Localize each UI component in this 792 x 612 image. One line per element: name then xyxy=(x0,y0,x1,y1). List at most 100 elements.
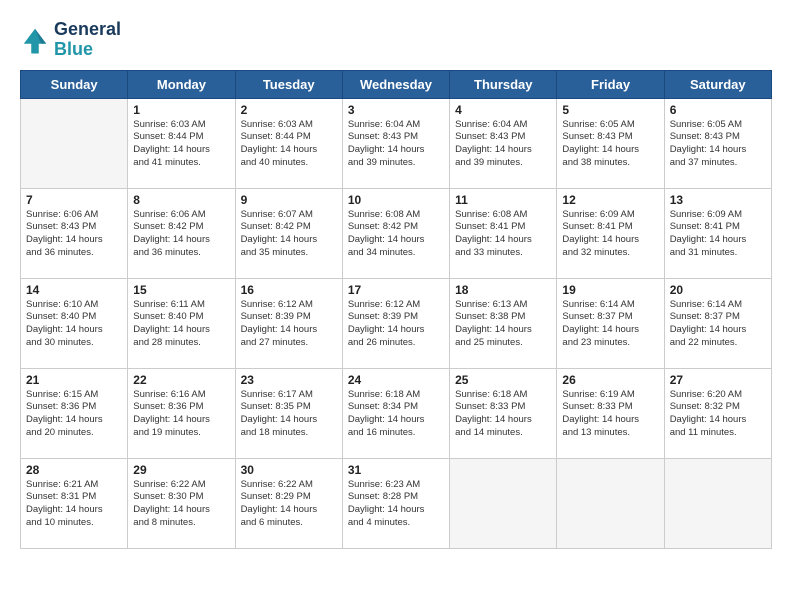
day-number: 25 xyxy=(455,373,551,387)
cell-content: Sunrise: 6:14 AMSunset: 8:37 PMDaylight:… xyxy=(562,299,658,350)
cell-content: Sunrise: 6:09 AMSunset: 8:41 PMDaylight:… xyxy=(670,209,766,260)
cell-content: Sunrise: 6:21 AMSunset: 8:31 PMDaylight:… xyxy=(26,479,122,530)
cell-content: Sunrise: 6:05 AMSunset: 8:43 PMDaylight:… xyxy=(562,119,658,170)
cell-content: Sunrise: 6:13 AMSunset: 8:38 PMDaylight:… xyxy=(455,299,551,350)
calendar-cell: 12 Sunrise: 6:09 AMSunset: 8:41 PMDayligh… xyxy=(557,188,664,278)
calendar-cell: 6 Sunrise: 6:05 AMSunset: 8:43 PMDaylight… xyxy=(664,98,771,188)
day-number: 20 xyxy=(670,283,766,297)
day-number: 23 xyxy=(241,373,337,387)
day-number: 5 xyxy=(562,103,658,117)
day-number: 8 xyxy=(133,193,229,207)
cell-content: Sunrise: 6:03 AMSunset: 8:44 PMDaylight:… xyxy=(241,119,337,170)
day-number: 13 xyxy=(670,193,766,207)
cell-content: Sunrise: 6:12 AMSunset: 8:39 PMDaylight:… xyxy=(241,299,337,350)
day-number: 30 xyxy=(241,463,337,477)
cell-content: Sunrise: 6:18 AMSunset: 8:34 PMDaylight:… xyxy=(348,389,444,440)
calendar-cell xyxy=(557,458,664,548)
calendar-cell xyxy=(664,458,771,548)
day-number: 3 xyxy=(348,103,444,117)
calendar-cell: 2 Sunrise: 6:03 AMSunset: 8:44 PMDaylight… xyxy=(235,98,342,188)
cell-content: Sunrise: 6:03 AMSunset: 8:44 PMDaylight:… xyxy=(133,119,229,170)
calendar-cell: 3 Sunrise: 6:04 AMSunset: 8:43 PMDaylight… xyxy=(342,98,449,188)
weekday-header-friday: Friday xyxy=(557,70,664,98)
calendar-cell: 13 Sunrise: 6:09 AMSunset: 8:41 PMDayligh… xyxy=(664,188,771,278)
calendar-cell: 23 Sunrise: 6:17 AMSunset: 8:35 PMDayligh… xyxy=(235,368,342,458)
week-row-4: 21Sunrise: 6:15 AMSunset: 8:36 PMDayligh… xyxy=(21,368,772,458)
logo-text: General Blue xyxy=(54,20,121,60)
calendar-table: SundayMondayTuesdayWednesdayThursdayFrid… xyxy=(20,70,772,549)
cell-content: Sunrise: 6:23 AMSunset: 8:28 PMDaylight:… xyxy=(348,479,444,530)
day-number: 27 xyxy=(670,373,766,387)
calendar-cell: 9 Sunrise: 6:07 AMSunset: 8:42 PMDaylight… xyxy=(235,188,342,278)
cell-content: Sunrise: 6:11 AMSunset: 8:40 PMDaylight:… xyxy=(133,299,229,350)
calendar-cell: 24 Sunrise: 6:18 AMSunset: 8:34 PMDayligh… xyxy=(342,368,449,458)
cell-content: Sunrise: 6:18 AMSunset: 8:33 PMDaylight:… xyxy=(455,389,551,440)
day-number: 1 xyxy=(133,103,229,117)
day-number: 28 xyxy=(26,463,122,477)
logo: General Blue xyxy=(20,20,121,60)
calendar-cell: 22 Sunrise: 6:16 AMSunset: 8:36 PMDayligh… xyxy=(128,368,235,458)
cell-content: Sunrise: 6:19 AMSunset: 8:33 PMDaylight:… xyxy=(562,389,658,440)
day-number: 31 xyxy=(348,463,444,477)
day-number: 12 xyxy=(562,193,658,207)
cell-content: Sunrise: 6:12 AMSunset: 8:39 PMDaylight:… xyxy=(348,299,444,350)
day-number: 29 xyxy=(133,463,229,477)
calendar-cell: 17 Sunrise: 6:12 AMSunset: 8:39 PMDayligh… xyxy=(342,278,449,368)
calendar-cell: 4 Sunrise: 6:04 AMSunset: 8:43 PMDaylight… xyxy=(450,98,557,188)
week-row-3: 14 Sunrise: 6:10 AMSunset: 8:40 PMDayligh… xyxy=(21,278,772,368)
calendar-cell: 1 Sunrise: 6:03 AMSunset: 8:44 PMDaylight… xyxy=(128,98,235,188)
calendar-cell: 27 Sunrise: 6:20 AMSunset: 8:32 PMDayligh… xyxy=(664,368,771,458)
cell-content: Sunrise: 6:10 AMSunset: 8:40 PMDaylight:… xyxy=(26,299,122,350)
calendar-cell: 10 Sunrise: 6:08 AMSunset: 8:42 PMDayligh… xyxy=(342,188,449,278)
weekday-header-saturday: Saturday xyxy=(664,70,771,98)
calendar-cell: 26 Sunrise: 6:19 AMSunset: 8:33 PMDayligh… xyxy=(557,368,664,458)
day-number: 26 xyxy=(562,373,658,387)
day-number: 14 xyxy=(26,283,122,297)
cell-content: Sunrise: 6:04 AMSunset: 8:43 PMDaylight:… xyxy=(348,119,444,170)
calendar-cell: 8Sunrise: 6:06 AMSunset: 8:42 PMDaylight… xyxy=(128,188,235,278)
week-row-5: 28 Sunrise: 6:21 AMSunset: 8:31 PMDayligh… xyxy=(21,458,772,548)
cell-content: Sunrise: 6:06 AMSunset: 8:43 PMDaylight:… xyxy=(26,209,122,260)
calendar-cell: 20Sunrise: 6:14 AMSunset: 8:37 PMDayligh… xyxy=(664,278,771,368)
calendar-cell: 30 Sunrise: 6:22 AMSunset: 8:29 PMDayligh… xyxy=(235,458,342,548)
cell-content: Sunrise: 6:08 AMSunset: 8:42 PMDaylight:… xyxy=(348,209,444,260)
day-number: 2 xyxy=(241,103,337,117)
calendar-cell: 16Sunrise: 6:12 AMSunset: 8:39 PMDayligh… xyxy=(235,278,342,368)
cell-content: Sunrise: 6:20 AMSunset: 8:32 PMDaylight:… xyxy=(670,389,766,440)
calendar-cell: 18Sunrise: 6:13 AMSunset: 8:38 PMDayligh… xyxy=(450,278,557,368)
calendar-cell: 14 Sunrise: 6:10 AMSunset: 8:40 PMDayligh… xyxy=(21,278,128,368)
weekday-header-row: SundayMondayTuesdayWednesdayThursdayFrid… xyxy=(21,70,772,98)
cell-content: Sunrise: 6:05 AMSunset: 8:43 PMDaylight:… xyxy=(670,119,766,170)
day-number: 4 xyxy=(455,103,551,117)
calendar-cell: 25 Sunrise: 6:18 AMSunset: 8:33 PMDayligh… xyxy=(450,368,557,458)
day-number: 9 xyxy=(241,193,337,207)
weekday-header-tuesday: Tuesday xyxy=(235,70,342,98)
day-number: 7 xyxy=(26,193,122,207)
cell-content: Sunrise: 6:07 AMSunset: 8:42 PMDaylight:… xyxy=(241,209,337,260)
calendar-cell xyxy=(450,458,557,548)
page-header: General Blue xyxy=(20,20,772,60)
calendar-cell: 21Sunrise: 6:15 AMSunset: 8:36 PMDayligh… xyxy=(21,368,128,458)
cell-content: Sunrise: 6:16 AMSunset: 8:36 PMDaylight:… xyxy=(133,389,229,440)
cell-content: Sunrise: 6:15 AMSunset: 8:36 PMDaylight:… xyxy=(26,389,122,440)
cell-content: Sunrise: 6:22 AMSunset: 8:29 PMDaylight:… xyxy=(241,479,337,530)
logo-icon xyxy=(20,25,50,55)
day-number: 22 xyxy=(133,373,229,387)
day-number: 10 xyxy=(348,193,444,207)
cell-content: Sunrise: 6:09 AMSunset: 8:41 PMDaylight:… xyxy=(562,209,658,260)
calendar-cell: 15 Sunrise: 6:11 AMSunset: 8:40 PMDayligh… xyxy=(128,278,235,368)
weekday-header-sunday: Sunday xyxy=(21,70,128,98)
calendar-cell: 11Sunrise: 6:08 AMSunset: 8:41 PMDayligh… xyxy=(450,188,557,278)
day-number: 6 xyxy=(670,103,766,117)
calendar-cell: 31 Sunrise: 6:23 AMSunset: 8:28 PMDayligh… xyxy=(342,458,449,548)
day-number: 24 xyxy=(348,373,444,387)
cell-content: Sunrise: 6:22 AMSunset: 8:30 PMDaylight:… xyxy=(133,479,229,530)
day-number: 15 xyxy=(133,283,229,297)
cell-content: Sunrise: 6:04 AMSunset: 8:43 PMDaylight:… xyxy=(455,119,551,170)
day-number: 17 xyxy=(348,283,444,297)
calendar-cell: 7 Sunrise: 6:06 AMSunset: 8:43 PMDaylight… xyxy=(21,188,128,278)
calendar-cell: 28 Sunrise: 6:21 AMSunset: 8:31 PMDayligh… xyxy=(21,458,128,548)
cell-content: Sunrise: 6:17 AMSunset: 8:35 PMDaylight:… xyxy=(241,389,337,440)
calendar-cell: 29 Sunrise: 6:22 AMSunset: 8:30 PMDayligh… xyxy=(128,458,235,548)
day-number: 19 xyxy=(562,283,658,297)
